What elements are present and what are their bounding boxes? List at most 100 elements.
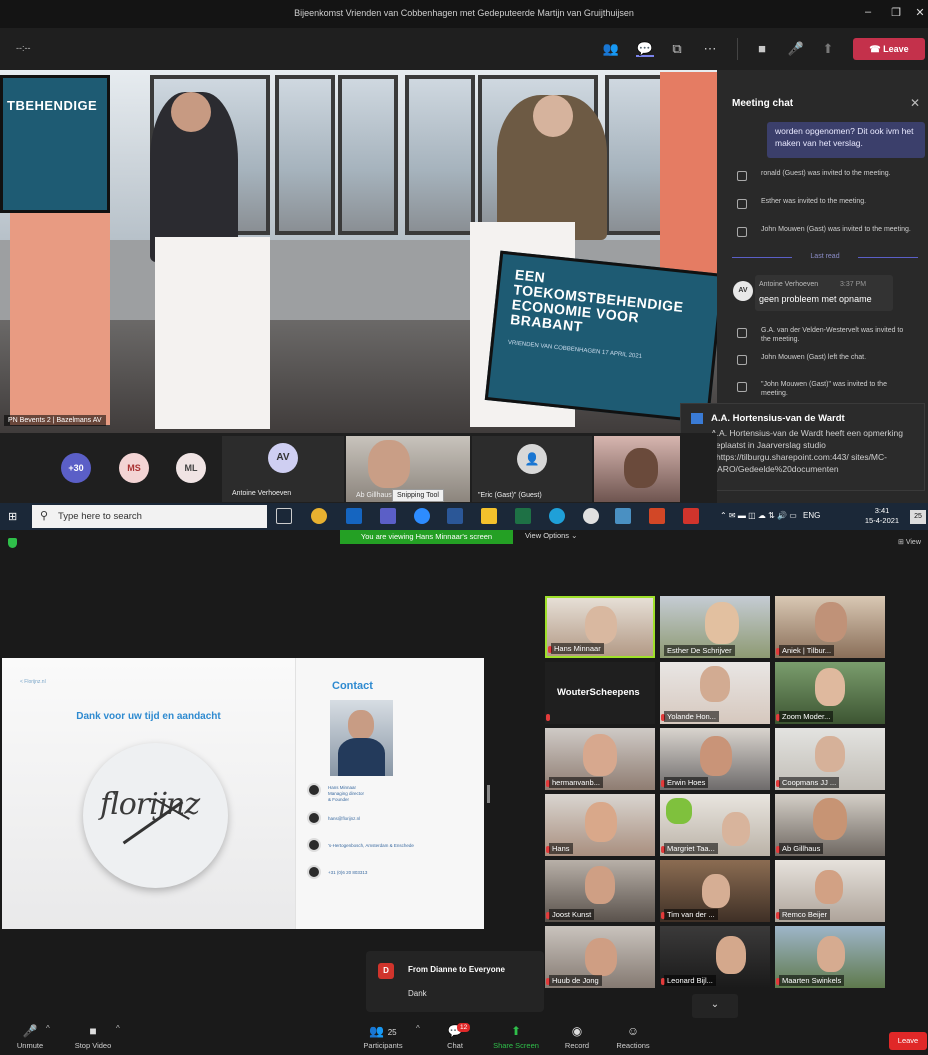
participant-tile[interactable]: Margriet Taa... <box>660 794 770 856</box>
participant-tile[interactable]: Leonard Bijl... <box>660 926 770 988</box>
clock[interactable]: 3:41 15-4-2021 <box>862 506 902 526</box>
participants-icon[interactable]: 👥 <box>602 41 620 57</box>
gallery-next-page-button[interactable]: ⌄ <box>692 994 738 1018</box>
participant-tile[interactable]: Aniek | Tilbur... <box>775 596 885 658</box>
window-title: Bijeenkomst Vrienden van Cobbenhagen met… <box>294 8 634 18</box>
participant-tile[interactable]: hermanvanb... <box>545 728 655 790</box>
clock-date: 15-4-2021 <box>864 516 900 525</box>
participant-name: Hans <box>549 843 573 854</box>
participant-tile[interactable]: Yolande Hon... <box>660 662 770 724</box>
toolbar-divider <box>737 38 738 60</box>
tray-icons[interactable]: ⌃ ✉ ▬ ◫ ☁ ⇅ 🔊 ▭ <box>720 511 797 520</box>
participant-name: Coopmans JJ ... <box>779 777 840 788</box>
participant-tile[interactable]: Ab Gillhaus <box>775 794 885 856</box>
participant-tile[interactable]: Hans <box>545 794 655 856</box>
right-screen-sub: VRIENDEN VAN COBBENHAGEN 17 APRIL 2021 <box>507 339 643 360</box>
participant-tile[interactable]: Remco Beijer <box>775 860 885 922</box>
participant-name: Remco Beijer <box>779 909 831 920</box>
chat-icon[interactable]: 💬 <box>636 41 654 57</box>
contact-person: Hans Minnaar Managing director & Founder <box>328 785 365 802</box>
view-options-button[interactable]: View Options ⌄ <box>525 531 577 540</box>
more-participants-button[interactable]: +30 <box>61 453 91 483</box>
my-chat-message: worden opgenomen? Dit ook ivm het maken … <box>767 122 925 158</box>
excel-icon[interactable] <box>515 508 531 524</box>
snipping-tool-icon[interactable] <box>583 508 599 524</box>
participant-tile[interactable]: Tim van der ... <box>660 860 770 922</box>
close-icon[interactable]: ✕ <box>910 6 928 19</box>
outlook-icon[interactable] <box>346 508 362 524</box>
edge-icon[interactable] <box>549 508 565 524</box>
avatar: MS <box>119 453 149 483</box>
slide-thanks: Dank voor uw tijd en aandacht <box>76 711 221 722</box>
participant-face <box>368 440 410 488</box>
toast-title: A.A. Hortensius-van de Wardt <box>711 413 845 424</box>
participant-face <box>817 936 845 972</box>
stop-video-button[interactable]: ■ Stop Video <box>68 1023 118 1050</box>
slide-back-link: < Florijnz.nl <box>20 679 46 685</box>
view-button[interactable]: ⊞ View <box>898 538 921 546</box>
left-screen: TBEHENDIGE <box>0 75 110 213</box>
right-screen-text: EEN TOEKOMSTBEHENDIGE ECONOMIE VOOR BRAB… <box>509 266 685 335</box>
participant-name: Ab Gillhaus <box>356 492 392 499</box>
camera-icon[interactable]: ■ <box>753 41 771 57</box>
participant-tile[interactable]: Huub de Jong <box>545 926 655 988</box>
video-options-caret-icon[interactable]: ^ <box>116 1024 120 1033</box>
minimize-icon[interactable]: – <box>858 6 878 18</box>
acrobat-icon[interactable] <box>683 508 699 524</box>
person-add-icon <box>737 328 747 338</box>
file-explorer-icon[interactable] <box>481 508 497 524</box>
zoom-meeting-controls: 🎤 Unmute ^ ■ Stop Video ^ 👥 25 Participants… <box>0 1018 928 1055</box>
chat-notification[interactable]: D From Dianne to Everyone Dank <box>366 951 544 1012</box>
windows-start-icon[interactable]: ⊞ <box>8 510 17 523</box>
photos-icon[interactable] <box>615 508 631 524</box>
participant-tile[interactable]: Erwin Hoes <box>660 728 770 790</box>
more-options-icon[interactable]: ⋯ <box>701 41 719 57</box>
participants-options-caret-icon[interactable]: ^ <box>416 1024 420 1033</box>
split-drag-handle[interactable] <box>487 785 490 803</box>
participant-face <box>702 874 730 908</box>
participant-tile[interactable]: WouterScheepens <box>545 662 655 724</box>
taskbar-search[interactable]: ⚲ Type here to search <box>32 505 267 528</box>
participant-tile[interactable]: Zoom Moder... <box>775 662 885 724</box>
close-chat-icon[interactable]: ✕ <box>910 96 920 110</box>
participant-name: Joost Kunst <box>549 909 595 920</box>
contact-face <box>348 710 374 740</box>
notification-center-icon[interactable]: 25 <box>910 510 926 524</box>
maximize-icon[interactable]: ❐ <box>886 6 906 19</box>
teams-icon[interactable] <box>380 508 396 524</box>
backdrop-panel <box>660 72 717 282</box>
word-icon[interactable] <box>447 508 463 524</box>
leave-meeting-button[interactable]: Leave <box>889 1032 927 1050</box>
zoom-icon[interactable] <box>414 508 430 524</box>
participant-tile[interactable]: Hans Minnaar <box>545 596 655 658</box>
shared-screen-slide: < Florijnz.nl Dank voor uw tijd en aanda… <box>2 658 484 929</box>
participant-face <box>700 666 730 702</box>
microphone-icon[interactable]: 🎤 <box>787 41 805 57</box>
chrome-icon[interactable] <box>311 508 327 524</box>
participant-face <box>585 606 617 644</box>
contact-suit <box>338 738 385 776</box>
record-button[interactable]: ◉ Record <box>552 1023 602 1050</box>
share-screen-button[interactable]: ⬆ Share Screen <box>491 1023 541 1050</box>
chat-button[interactable]: 💬 Chat <box>430 1023 480 1050</box>
participant-tile[interactable]: Joost Kunst <box>545 860 655 922</box>
security-shield-icon[interactable] <box>8 538 17 548</box>
participant-face <box>722 812 750 846</box>
audio-options-caret-icon[interactable]: ^ <box>46 1024 50 1033</box>
message-author: Antoine Verhoeven <box>759 281 819 288</box>
participant-tile[interactable]: Coopmans JJ ... <box>775 728 885 790</box>
reactions-button[interactable]: ☺ Reactions <box>608 1023 658 1050</box>
avatar: ML <box>176 453 206 483</box>
breakout-rooms-icon[interactable]: ⧉ <box>668 41 686 57</box>
task-view-icon[interactable] <box>276 508 292 524</box>
leave-button[interactable]: ☎ Leave <box>853 38 925 60</box>
speaker-head <box>533 95 573 137</box>
participants-button[interactable]: 👥 25 Participants <box>358 1023 408 1050</box>
person-leave-icon <box>737 355 747 365</box>
user-icon <box>307 783 321 797</box>
participant-tile[interactable]: Maarten Swinkels <box>775 926 885 988</box>
share-tray-icon[interactable]: ⬆ <box>819 41 837 57</box>
language-indicator[interactable]: ENG <box>803 511 820 520</box>
participant-tile[interactable]: Esther De Schrijver <box>660 596 770 658</box>
powerpoint-icon[interactable] <box>649 508 665 524</box>
